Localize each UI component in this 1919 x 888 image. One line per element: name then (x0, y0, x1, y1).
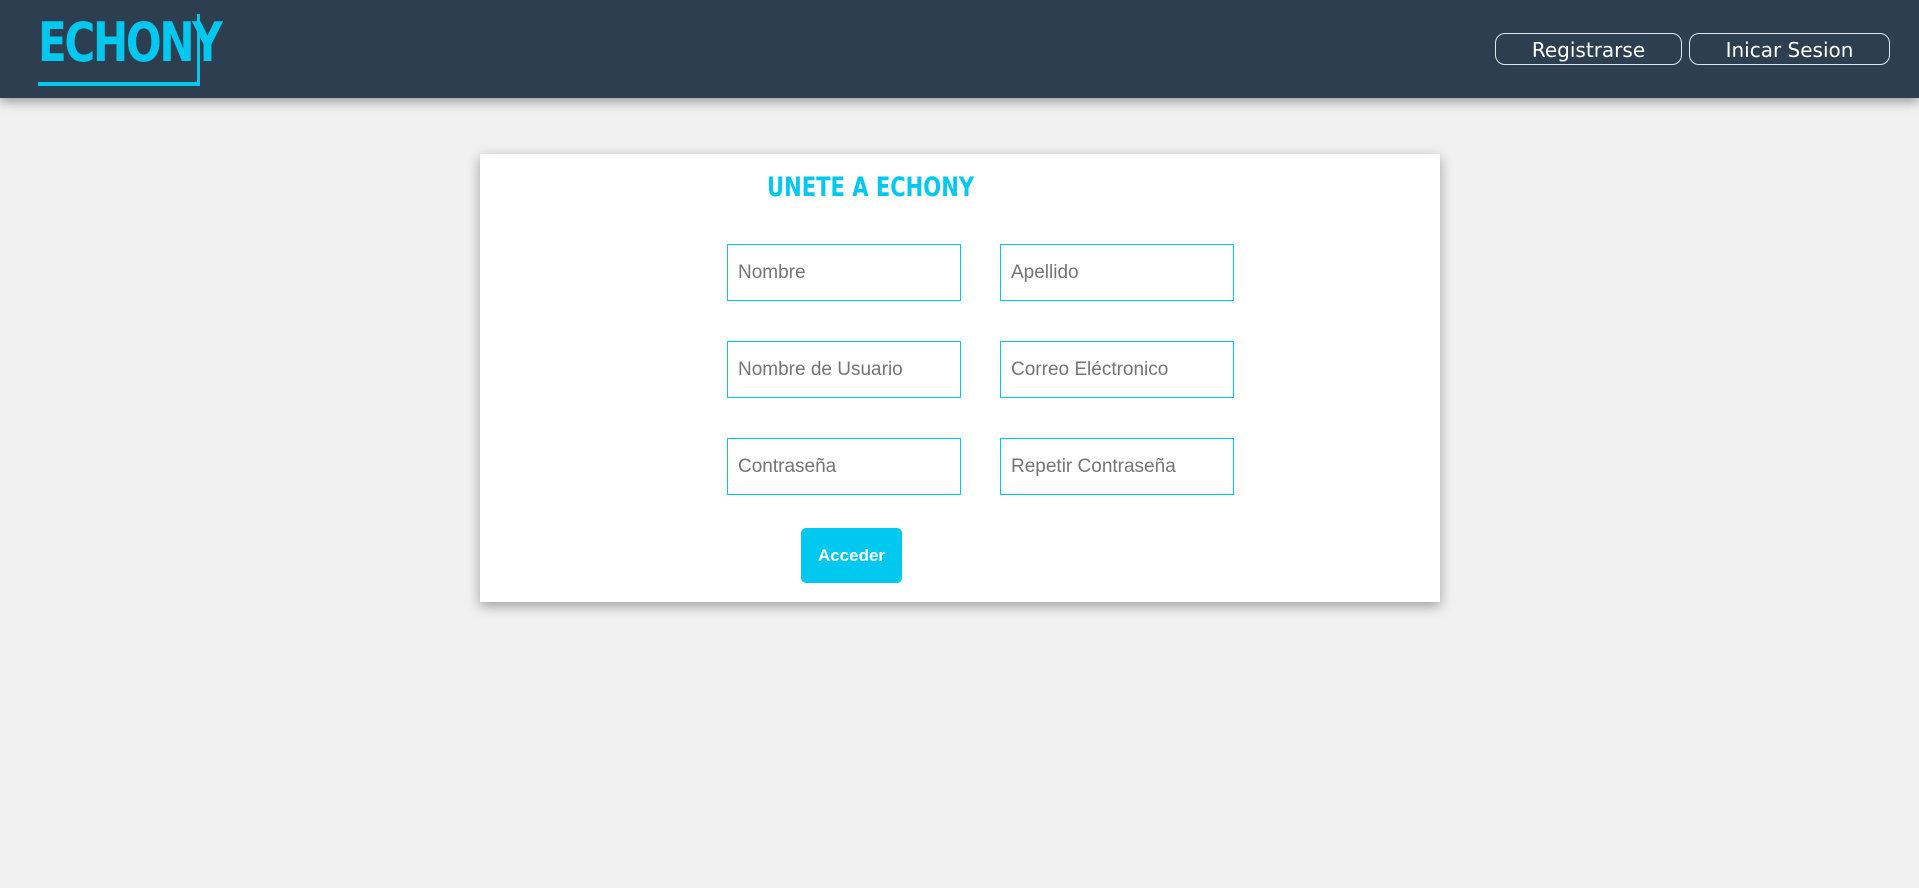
echony-logo[interactable]: ECHONY (38, 12, 223, 86)
repeat-password-field[interactable] (1000, 438, 1234, 495)
username-field[interactable] (727, 341, 961, 398)
signup-card: UNETE A ECHONY Acceder (480, 154, 1440, 602)
password-field[interactable] (727, 438, 961, 495)
logo-text: ECHONY (38, 11, 223, 74)
last-name-field[interactable] (1000, 244, 1234, 301)
top-navbar: ECHONY Registrarse Inicar Sesion (0, 0, 1919, 98)
register-button[interactable]: Registrarse (1495, 33, 1682, 65)
first-name-field[interactable] (727, 244, 961, 301)
email-field[interactable] (1000, 341, 1234, 398)
signup-title: UNETE A ECHONY (767, 172, 975, 203)
login-button[interactable]: Inicar Sesion (1689, 33, 1890, 65)
submit-button[interactable]: Acceder (801, 528, 902, 583)
